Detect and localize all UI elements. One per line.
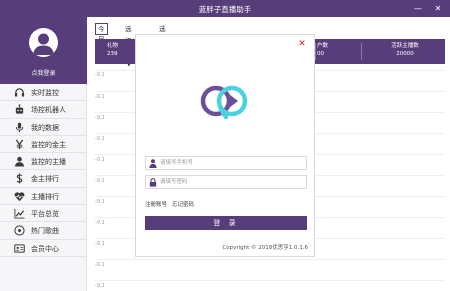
- profile-panel: 点我登录: [0, 17, 87, 84]
- headset-icon: [14, 88, 25, 97]
- password-input[interactable]: [160, 177, 304, 187]
- stat-active-hosts: 活跃主播数 20000: [375, 42, 435, 58]
- tick-label: -0.1: [95, 178, 105, 184]
- stat-users: 户数 00: [317, 42, 357, 58]
- platform-select[interactable]: 选择/画▼: [125, 23, 134, 68]
- sidebar-item-hot-songs[interactable]: 热门歌曲: [0, 222, 87, 240]
- tick-label: -0.1: [95, 115, 105, 121]
- user-icon: [149, 159, 157, 168]
- phone-field[interactable]: [145, 156, 307, 170]
- heartbeat-icon: [14, 192, 25, 201]
- stat-divider: [315, 43, 316, 60]
- sidebar-item-label: 场控机器人: [31, 106, 66, 115]
- tick-label: -0.1: [95, 94, 105, 100]
- microphone-icon: [15, 122, 24, 132]
- stat-value: 00: [317, 51, 324, 57]
- today-filter[interactable]: 今日▼: [95, 23, 108, 52]
- robot-icon: [15, 104, 24, 114]
- sidebar-item-label: 监控的主播: [31, 158, 66, 167]
- sidebar-item-label: 平台总览: [31, 210, 59, 219]
- auth-links: 注册账号 忘记密码: [145, 200, 199, 208]
- id-card-icon: [14, 244, 25, 253]
- stat-label: 活跃主播数: [391, 43, 419, 49]
- grid-line: [95, 259, 445, 260]
- sidebar-item-label: 实时监控: [31, 89, 59, 97]
- line-chart-icon: [14, 208, 25, 219]
- sidebar-item-my-data[interactable]: 我的数据: [0, 119, 87, 136]
- login-button[interactable]: 登 录: [145, 216, 307, 230]
- dollar-icon: [16, 173, 23, 185]
- user-icon: [14, 157, 25, 167]
- sidebar-item-label: 我的数据: [31, 123, 59, 132]
- sidebar-item-robot[interactable]: 场控机器人: [0, 101, 87, 119]
- tick-label: -0.1: [95, 241, 105, 247]
- sidebar-item-monitored-patrons[interactable]: 监控的金主: [0, 136, 87, 154]
- tick-label: -0.1: [95, 283, 105, 289]
- window-title: 蓝胖子直播助手: [198, 5, 252, 14]
- sidebar-item-platform-overview[interactable]: 平台总览: [0, 205, 87, 223]
- app-logo: [200, 85, 248, 120]
- sidebar-nav: 实时监控 场控机器人 我的数据 监控的金主 监控的主播 金主排行 主播排行 平台…: [0, 84, 87, 257]
- yen-icon: [15, 139, 24, 149]
- login-dialog: ✕ 注册账号忘记密码 登 录 Copyright © 2018优思亨1.0.1.…: [135, 34, 315, 257]
- lock-icon: [149, 178, 157, 187]
- close-icon[interactable]: ✕: [431, 2, 445, 15]
- copyright-text: Copyright © 2018优思亨1.0.1.6: [222, 245, 308, 251]
- minimize-icon[interactable]: —: [411, 2, 425, 15]
- tick-label: -0.1: [95, 220, 105, 226]
- register-link[interactable]: 注册账号: [145, 202, 167, 208]
- tick-label: -0.1: [95, 136, 105, 142]
- sidebar-item-host-ranking[interactable]: 主播排行: [0, 188, 87, 206]
- tick-label: -0.1: [95, 262, 105, 268]
- tick-label: -0.1: [95, 199, 105, 205]
- tick-label: -0.1: [95, 72, 105, 78]
- sidebar-item-label: 主播排行: [31, 192, 59, 201]
- user-avatar-icon: [33, 33, 54, 55]
- forgot-password-link[interactable]: 忘记密码: [172, 202, 194, 208]
- stat-label: 户数: [317, 43, 329, 49]
- sidebar: 点我登录 实时监控 场控机器人 我的数据 监控的金主 监控的主播 金主排行 主播…: [0, 17, 87, 291]
- grid-line: [95, 280, 445, 281]
- sidebar-item-label: 会员中心: [31, 244, 59, 253]
- sidebar-item-monitored-hosts[interactable]: 监控的主播: [0, 153, 87, 171]
- stat-value: 20000: [396, 51, 414, 57]
- sidebar-item-patron-ranking[interactable]: 金主排行: [0, 170, 87, 188]
- tick-label: -0.1: [95, 157, 105, 163]
- phone-input[interactable]: [160, 158, 304, 168]
- stat-divider: [361, 43, 362, 60]
- sidebar-item-realtime-monitor[interactable]: 实时监控: [0, 84, 87, 102]
- music-icon: [14, 225, 25, 236]
- sidebar-item-label: 金主排行: [31, 175, 59, 184]
- sidebar-item-label: 监控的金主: [31, 140, 66, 149]
- sidebar-item-member-center[interactable]: 会员中心: [0, 240, 87, 257]
- avatar[interactable]: [29, 28, 58, 57]
- password-field[interactable]: [145, 175, 307, 189]
- title-bar: 蓝胖子直播助手 — ✕: [0, 0, 450, 17]
- close-icon[interactable]: ✕: [297, 39, 307, 49]
- sidebar-item-label: 热门歌曲: [31, 227, 59, 236]
- login-link[interactable]: 点我登录: [0, 68, 87, 77]
